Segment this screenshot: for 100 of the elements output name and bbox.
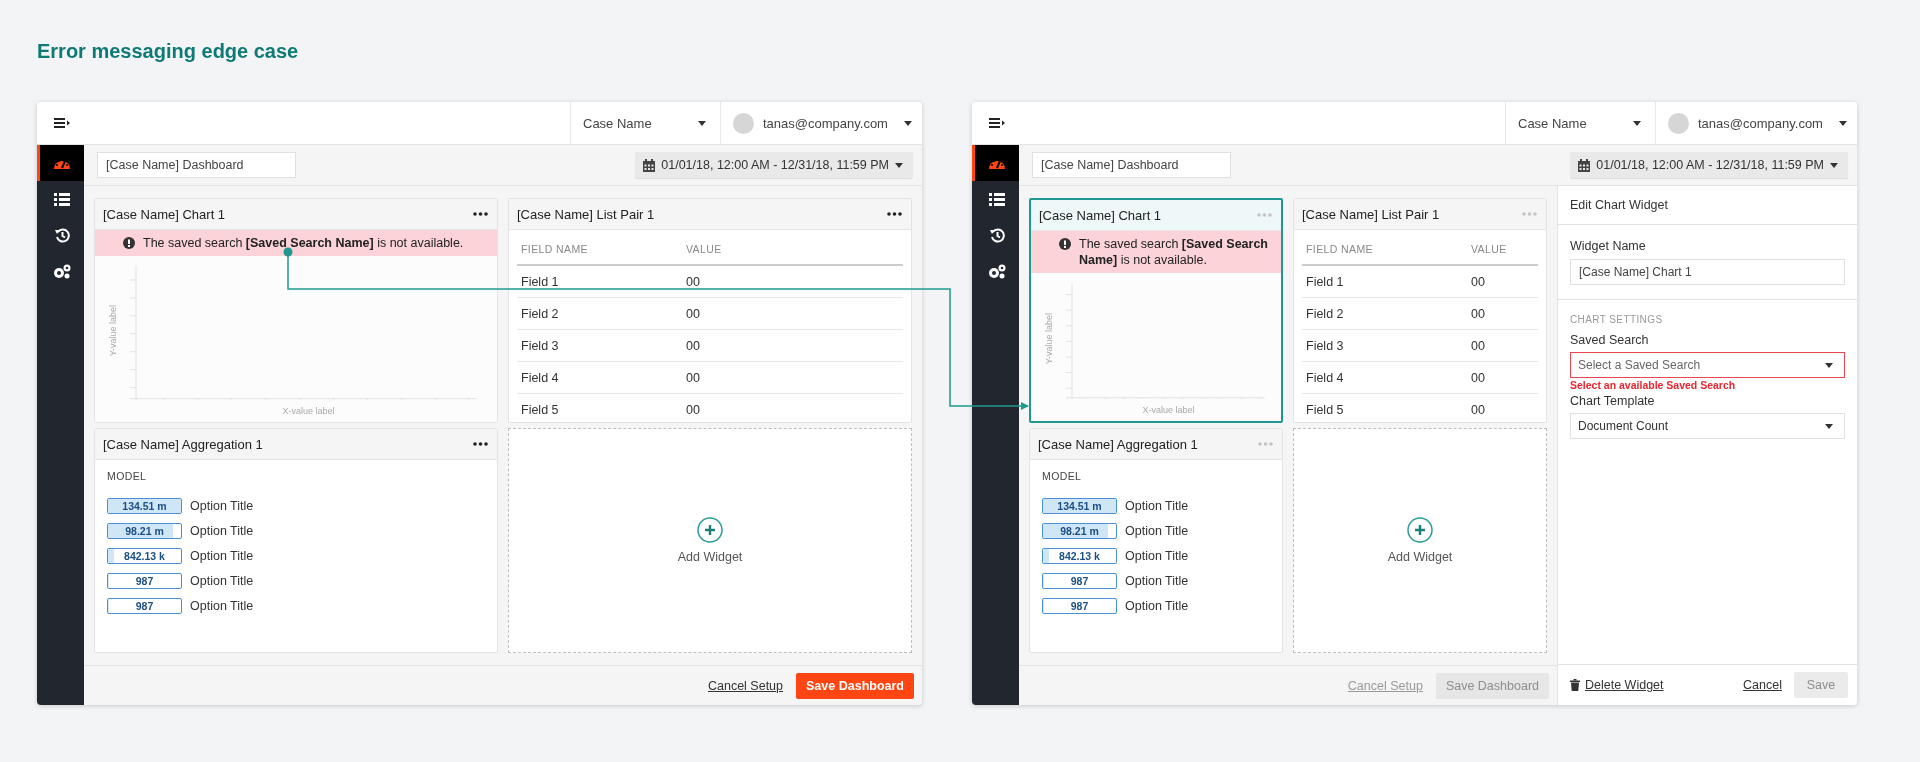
plus-icon: [1407, 517, 1433, 543]
calendar-icon: [643, 158, 656, 172]
value-bar: 987: [107, 573, 182, 589]
option-label: Option Title: [1125, 524, 1189, 538]
caret-icon: [1825, 362, 1833, 368]
caret-icon: [1839, 120, 1847, 126]
option-label: Option Title: [1125, 499, 1189, 513]
value-bar: 134.51 m: [107, 498, 182, 514]
caret-icon: [1830, 162, 1838, 168]
table-cell-text: 00: [1471, 370, 1486, 385]
cancel-link[interactable]: Cancel: [1743, 678, 1782, 692]
add-widget-button[interactable]: Add Widget: [1293, 428, 1547, 653]
value-bar: 842.13 k: [1042, 548, 1117, 564]
widget-title: [Case Name] Aggregation 1: [103, 436, 263, 452]
add-widget-button[interactable]: Add Widget: [508, 428, 912, 653]
column-header: FIELD NAME: [521, 243, 589, 255]
option-label: Option Title: [1125, 599, 1189, 613]
field-label: Saved Search: [1570, 333, 1650, 347]
option-label: Option Title: [190, 549, 254, 563]
more-icon[interactable]: [473, 442, 488, 446]
table-cell-text: 00: [1471, 274, 1486, 289]
exclamation-icon: [1059, 238, 1071, 250]
option-label: Option Title: [190, 574, 254, 588]
widget-title: [Case Name] List Pair 1: [517, 206, 655, 222]
value-bar: 987: [1042, 573, 1117, 589]
x-axis-label: X-value label: [282, 406, 335, 416]
date-range-button[interactable]: 01/01/18, 12:00 AM - 12/31/18, 11:59 PM: [1570, 152, 1848, 178]
x-axis-label: X-value label: [1142, 405, 1195, 415]
avatar-icon: [733, 112, 754, 134]
option-label: Option Title: [1125, 574, 1189, 588]
table-cell-text: Field 5: [521, 402, 560, 417]
chart-widget[interactable]: [Case Name] Chart 1 The saved search [Saved Search Name] is not available. Y-value label X-value label: [1029, 198, 1283, 423]
widget-title: [Case Name] Aggregation 1: [1038, 436, 1198, 452]
table-cell-text: 00: [1471, 338, 1486, 353]
case-select[interactable]: Case Name: [570, 102, 720, 144]
table-cell-text: 00: [686, 338, 701, 353]
value-bar: 98.21 m: [107, 523, 182, 539]
widget-title: [Case Name] Chart 1: [103, 206, 226, 222]
trash-icon: [1570, 679, 1580, 691]
table-cell-text: Field 4: [1306, 370, 1345, 385]
value-bar: 987: [107, 598, 182, 614]
user-menu[interactable]: tanas@company.com: [720, 102, 922, 144]
table-cell-text: 00: [686, 274, 701, 289]
section-heading: MODEL: [1042, 470, 1083, 482]
caret-icon: [698, 120, 706, 126]
section-heading: MODEL: [107, 470, 148, 482]
exclamation-icon: [123, 237, 135, 249]
y-axis-label: Y-value label: [107, 305, 118, 357]
error-message: The saved search [Saved Search Name] is not available.: [1079, 236, 1269, 268]
date-range-button[interactable]: 01/01/18, 12:00 AM - 12/31/18, 11:59 PM: [635, 152, 913, 178]
gauge-icon[interactable]: [972, 145, 1019, 181]
case-select[interactable]: Case Name: [1505, 102, 1655, 144]
table-cell-text: Field 2: [521, 306, 560, 321]
dashboard-name-field[interactable]: [Case Name] Dashboard: [97, 152, 296, 178]
chart-widget[interactable]: [Case Name] Chart 1 The saved search [Saved Search Name] is not available. Y-value label X-value label: [94, 198, 498, 423]
plus-icon: [697, 517, 723, 543]
table-cell-text: 00: [686, 370, 701, 385]
delete-widget-link[interactable]: Delete Widget: [1570, 678, 1664, 692]
field-label: Chart Template: [1570, 394, 1656, 408]
column-header: FIELD NAME: [1306, 243, 1374, 255]
gauge-icon[interactable]: [37, 145, 84, 181]
field-label: Widget Name: [1570, 239, 1647, 253]
more-icon[interactable]: [473, 212, 488, 216]
option-label: Option Title: [190, 599, 254, 613]
option-label: Option Title: [190, 499, 254, 513]
table-cell-text: Field 4: [521, 370, 560, 385]
value-bar: 134.51 m: [1042, 498, 1117, 514]
table-cell-text: Field 1: [1306, 274, 1345, 289]
y-axis-label: Y-value label: [1043, 313, 1054, 365]
saved-search-select[interactable]: Select a Saved Search: [1570, 352, 1845, 378]
table-cell-text: Field 3: [1306, 338, 1345, 353]
widget-title: [Case Name] List Pair 1: [1302, 206, 1440, 222]
widget-name-field[interactable]: [Case Name] Chart 1: [1570, 259, 1845, 285]
table-cell-text: Field 2: [1306, 306, 1345, 321]
table-cell-text: 00: [1471, 402, 1486, 417]
table-cell-text: Field 5: [1306, 402, 1345, 417]
user-menu[interactable]: tanas@company.com: [1655, 102, 1857, 144]
column-header: VALUE: [686, 243, 723, 255]
dashboard-name-field[interactable]: [Case Name] Dashboard: [1032, 152, 1231, 178]
caret-icon: [1633, 120, 1641, 126]
caret-icon: [904, 120, 912, 126]
table-cell-text: Field 1: [521, 274, 560, 289]
calendar-icon: [1578, 158, 1591, 172]
avatar-icon: [1668, 112, 1689, 134]
value-bar: 842.13 k: [107, 548, 182, 564]
more-icon[interactable]: [887, 212, 902, 216]
caret-icon: [1825, 423, 1833, 429]
chart-template-select[interactable]: Document Count: [1570, 413, 1845, 439]
table-cell-text: Field 3: [521, 338, 560, 353]
option-label: Option Title: [1125, 549, 1189, 563]
page-title: Error messaging edge case: [37, 39, 300, 64]
column-header: VALUE: [1471, 243, 1508, 255]
cancel-setup-link[interactable]: Cancel Setup: [707, 679, 784, 693]
table-cell-text: 00: [686, 306, 701, 321]
value-bar: 98.21 m: [1042, 523, 1117, 539]
caret-icon: [895, 162, 903, 168]
option-label: Option Title: [190, 524, 254, 538]
value-bar: 987: [1042, 598, 1117, 614]
widget-title: [Case Name] Chart 1: [1039, 207, 1162, 223]
error-message: The saved search [Saved Search Name] is not available.: [143, 235, 464, 251]
